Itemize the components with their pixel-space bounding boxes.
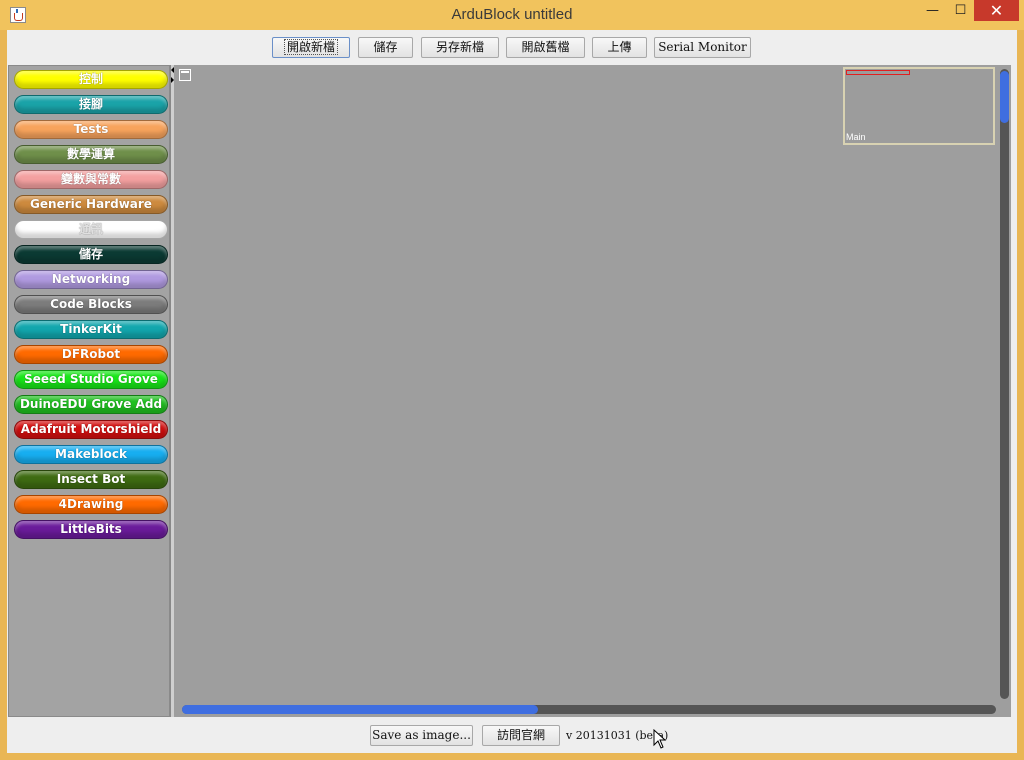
category-接腳[interactable]: 接腳 [14, 95, 168, 114]
vertical-scroll-thumb[interactable] [1000, 71, 1009, 123]
category-dfrobot[interactable]: DFRobot [14, 345, 168, 364]
category-networking[interactable]: Networking [14, 270, 168, 289]
minimize-button[interactable]: — [918, 0, 947, 21]
main-window: 開啟新檔 儲存 另存新檔 開啟舊檔 上傳 Serial Monitor 控制接腳… [7, 30, 1017, 753]
category-duinoedu-grove-add[interactable]: DuinoEDU Grove Add [14, 395, 168, 414]
category-tinkerkit[interactable]: TinkerKit [14, 320, 168, 339]
category-makeblock[interactable]: Makeblock [14, 445, 168, 464]
workspace-canvas[interactable]: Main [174, 65, 1011, 717]
category-adafruit-motorshield[interactable]: Adafruit Motorshield [14, 420, 168, 439]
bottom-bar: Save as image... 訪問官網 v 20131031 (beta) [7, 717, 1017, 753]
category-seeed-studio-grove[interactable]: Seeed Studio Grove [14, 370, 168, 389]
maximize-button[interactable]: ☐ [947, 0, 974, 21]
open-file-button[interactable]: 開啟舊檔 [506, 37, 585, 58]
block-palette: 控制接腳 Tests 數學運算變數與常數 Generic Hardware 通訊儲存 Ne… [8, 65, 170, 717]
page-icon[interactable] [179, 69, 191, 81]
category-通訊[interactable]: 通訊 [14, 220, 168, 239]
category-insect-bot[interactable]: Insect Bot [14, 470, 168, 489]
horizontal-scrollbar[interactable] [182, 705, 996, 714]
category-數學運算[interactable]: 數學運算 [14, 145, 168, 164]
category-code-blocks[interactable]: Code Blocks [14, 295, 168, 314]
category-4drawing[interactable]: 4Drawing [14, 495, 168, 514]
save-button[interactable]: 儲存 [358, 37, 413, 58]
serial-monitor-button[interactable]: Serial Monitor [654, 37, 751, 58]
category-littlebits[interactable]: LittleBits [14, 520, 168, 539]
save-as-button[interactable]: 另存新檔 [421, 37, 499, 58]
close-button[interactable]: ✕ [974, 0, 1019, 21]
category-儲存[interactable]: 儲存 [14, 245, 168, 264]
minimap[interactable]: Main [843, 67, 995, 145]
visit-website-button[interactable]: 訪問官網 [482, 725, 560, 746]
title-bar: ArduBlock untitled — ☐ ✕ [0, 0, 1024, 30]
minimap-viewport[interactable] [846, 70, 910, 75]
upload-button[interactable]: 上傳 [592, 37, 647, 58]
top-toolbar: 開啟新檔 儲存 另存新檔 開啟舊檔 上傳 Serial Monitor [7, 30, 1017, 65]
save-as-image-button[interactable]: Save as image... [370, 725, 473, 746]
category-tests[interactable]: Tests [14, 120, 168, 139]
horizontal-scroll-thumb[interactable] [182, 705, 538, 714]
window-title: ArduBlock untitled [451, 6, 573, 23]
category-變數與常數[interactable]: 變數與常數 [14, 170, 168, 189]
new-file-button[interactable]: 開啟新檔 [272, 37, 350, 58]
minimap-label: Main [846, 132, 866, 142]
category-控制[interactable]: 控制 [14, 70, 168, 89]
category-generic-hardware[interactable]: Generic Hardware [14, 195, 168, 214]
vertical-scrollbar[interactable] [1000, 69, 1009, 699]
